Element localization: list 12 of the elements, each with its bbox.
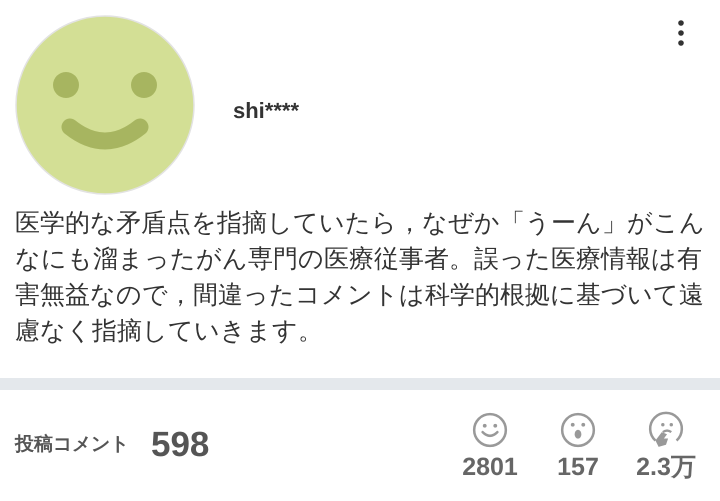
comment-count: 598 [151,424,210,466]
reaction-count: 2.3万 [636,455,696,480]
smile-icon[interactable] [471,411,509,449]
profile-bio: 医学的な矛盾点を指摘していたら，なぜか「うーん」がこんなにも溜まったがん専門の医療従事者。誤った医療情報は有害無益なので，間違ったコメントは科学的根拠に基づいて遠慮なく指摘していきます。 [14,208,706,347]
surprised-face-icon[interactable] [559,411,597,449]
comment-count-label: 投稿コメント [15,432,129,458]
thinking-face-icon[interactable] [647,411,685,449]
reaction-count: 2801 [462,455,518,480]
avatar-icon [15,15,195,195]
username: shi**** [233,96,300,124]
reaction-count: 157 [557,455,599,480]
more-options-icon[interactable] [678,20,684,46]
